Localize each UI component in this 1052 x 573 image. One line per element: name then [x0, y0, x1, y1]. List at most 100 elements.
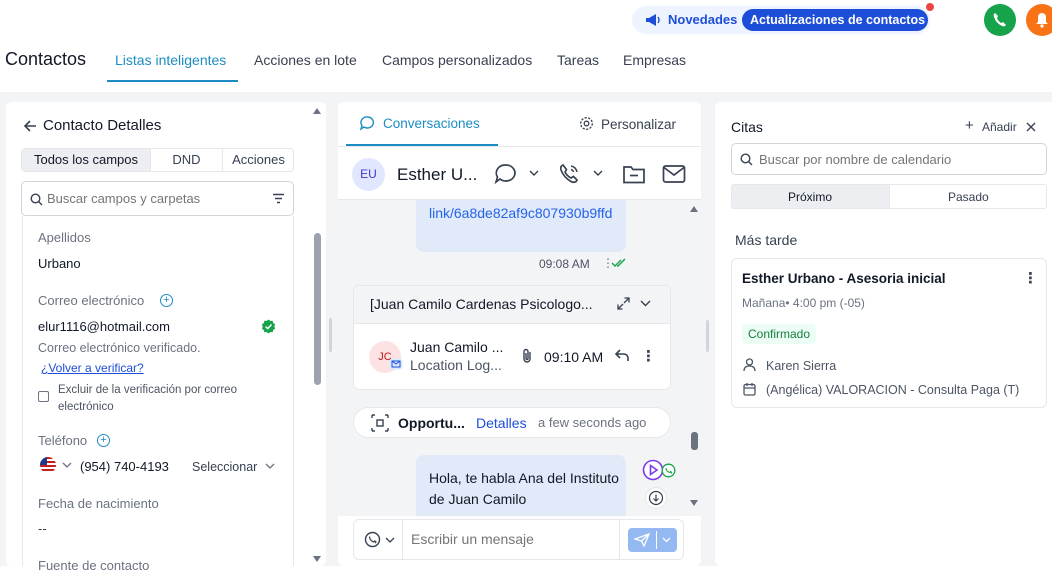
exclude-verification-checkbox[interactable] [38, 391, 49, 402]
message-link[interactable]: link/6a8de82af9c807930b9ffd [429, 203, 619, 224]
top-bar: Novedades Actualizaciones de contactos [0, 0, 1052, 40]
chat-channel-icon[interactable] [494, 162, 518, 186]
tab-customize[interactable]: Personalizar [601, 117, 676, 132]
tab-companies[interactable]: Empresas [623, 52, 686, 68]
message-text: Hola, te habla Ana del Instituto de Juan… [429, 470, 619, 507]
avatar: EU [352, 158, 385, 191]
send-button[interactable] [628, 528, 677, 552]
chevron-down-icon[interactable] [593, 170, 603, 176]
chat-bubble-icon [360, 116, 375, 131]
birthdate-value[interactable]: -- [38, 521, 47, 536]
whatsapp-channel-icon[interactable] [364, 531, 381, 548]
plus-icon[interactable]: + [965, 117, 974, 134]
bell-icon [1036, 13, 1048, 28]
thread-scrollbar[interactable] [691, 432, 698, 450]
details-title: Contacto Detalles [43, 117, 162, 134]
whatsapp-icon [661, 463, 676, 478]
scroll-up-arrow[interactable] [690, 206, 698, 212]
calendar-icon [743, 383, 756, 396]
appointment-title[interactable]: Esther Urbano - Asesoria inicial [742, 271, 946, 286]
phone-type-select[interactable]: Seleccionar [192, 460, 257, 474]
active-tab-indicator [346, 144, 498, 146]
phone-icon [993, 13, 1006, 27]
opportunity-title: Opportu... [398, 415, 465, 431]
filter-icon[interactable] [272, 193, 285, 204]
scroll-up-arrow[interactable] [313, 108, 321, 114]
email-verified-text: Correo electrónico verificado. [38, 341, 201, 355]
scroll-to-bottom-icon[interactable] [644, 486, 668, 510]
chevron-down-icon[interactable] [62, 462, 72, 468]
chevron-down-icon[interactable] [385, 537, 395, 543]
lastname-value[interactable]: Urbano [38, 256, 81, 271]
reverify-link[interactable]: ¿Volver a verificar? [41, 361, 144, 375]
message-input[interactable] [411, 531, 611, 547]
tab-all-fields[interactable]: Todos los campos [22, 148, 150, 172]
details-scrollbar[interactable] [314, 233, 321, 385]
paperclip-icon [523, 348, 531, 363]
kebab-icon[interactable]: ⋮ [1023, 269, 1038, 287]
tab-dnd[interactable]: DND [150, 148, 222, 172]
appointments-title: Citas [731, 119, 763, 135]
reply-icon[interactable] [614, 348, 630, 362]
add-appointment-button[interactable]: Añadir [982, 120, 1017, 134]
megaphone-icon [646, 14, 660, 26]
verified-badge-icon [261, 319, 276, 334]
birthdate-label: Fecha de nacimiento [38, 496, 159, 511]
user-icon [743, 358, 756, 372]
fields-search-input[interactable] [47, 191, 257, 206]
calendar-search-input[interactable] [759, 152, 1029, 167]
segment-upcoming[interactable]: Próximo [788, 190, 832, 204]
tab-actions[interactable]: Acciones [222, 148, 294, 172]
lastname-label: Apellidos [38, 230, 91, 245]
back-arrow-icon[interactable] [22, 118, 38, 134]
email-preview: Location Log... [410, 357, 502, 373]
notifications-button[interactable] [1026, 4, 1052, 36]
divider [889, 185, 890, 208]
divider [338, 146, 701, 147]
email-label: Correo electrónico [38, 293, 145, 308]
tab-tasks[interactable]: Tareas [557, 52, 599, 68]
panel-resize-handle[interactable] [706, 320, 709, 352]
add-phone-icon[interactable]: + [97, 434, 110, 447]
email-subject[interactable]: [Juan Camilo Cardenas Psicologo... [370, 296, 593, 312]
email-value[interactable]: elur1116@hotmail.com [38, 319, 170, 334]
divider [656, 531, 657, 549]
page-title: Contactos [5, 49, 87, 69]
tab-conversations[interactable]: Conversaciones [383, 116, 480, 131]
phone-button[interactable] [984, 4, 1016, 36]
contact-name[interactable]: Esther U... [397, 165, 477, 185]
opportunity-details-link[interactable]: Detalles [476, 415, 527, 431]
chevron-down-icon[interactable] [662, 537, 671, 543]
tab-custom-fields[interactable]: Campos personalizados [382, 52, 532, 68]
panel-resize-handle[interactable] [329, 318, 332, 352]
contact-updates-button[interactable]: Actualizaciones de contactos [742, 9, 928, 31]
chevron-down-icon[interactable] [640, 300, 651, 307]
status-badge: Confirmado [742, 324, 817, 344]
gear-icon [580, 117, 593, 130]
chevron-down-icon[interactable] [529, 170, 539, 176]
phone-label: Teléfono [38, 433, 88, 448]
opportunity-icon [371, 414, 389, 432]
phone-value[interactable]: (954) 740-4193 [80, 459, 169, 474]
search-icon [740, 153, 753, 166]
appointment-user: Karen Sierra [766, 359, 837, 373]
mail-icon[interactable] [662, 164, 686, 184]
kebab-icon[interactable]: ⋮ [641, 347, 656, 365]
tab-bulk-actions[interactable]: Acciones en lote [254, 52, 357, 68]
news-label[interactable]: Novedades [668, 12, 737, 27]
us-flag-icon[interactable] [38, 457, 58, 473]
call-icon[interactable] [557, 162, 581, 186]
expand-icon[interactable] [617, 297, 630, 310]
add-email-icon[interactable]: + [160, 294, 173, 307]
folder-icon[interactable] [622, 163, 646, 185]
scroll-down-arrow[interactable] [690, 500, 698, 506]
close-icon[interactable] [1026, 122, 1036, 132]
tab-smart-lists[interactable]: Listas inteligentes [115, 52, 226, 68]
divider [402, 520, 403, 559]
email-time: 09:10 AM [544, 349, 604, 365]
group-label: Más tarde [735, 232, 798, 248]
scroll-down-arrow[interactable] [313, 556, 321, 562]
chevron-down-icon[interactable] [265, 463, 275, 469]
segment-past[interactable]: Pasado [948, 190, 989, 204]
exclude-verification-label: Excluir de la verificación por correo el… [58, 384, 237, 413]
